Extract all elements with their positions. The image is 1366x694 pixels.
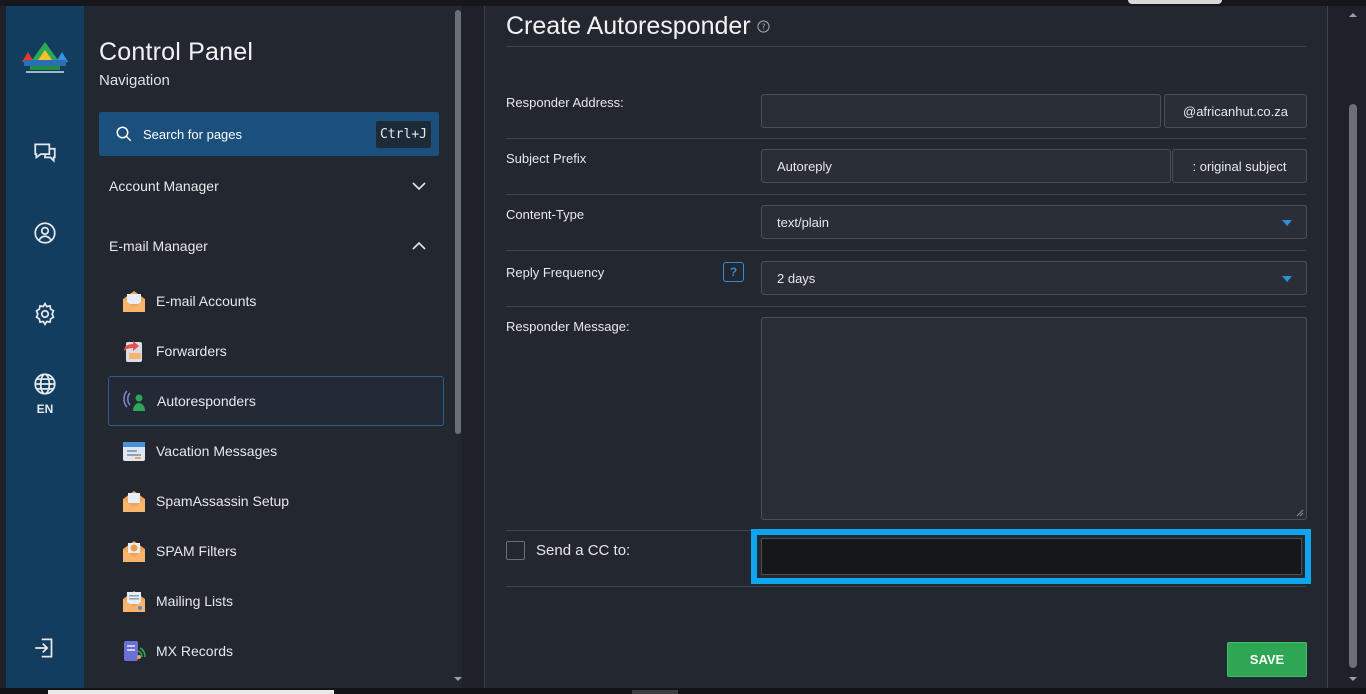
sidebar-item-label: MX Records <box>156 643 234 659</box>
divider <box>506 306 1306 307</box>
globe-icon[interactable] <box>25 364 65 404</box>
responder-domain-addon: @africanhut.co.za <box>1164 94 1307 128</box>
responder-address-label: Responder Address: <box>506 95 624 110</box>
send-cc-input[interactable] <box>761 538 1302 575</box>
envelope-open-icon <box>123 291 145 312</box>
divider <box>506 138 1306 139</box>
content-type-label: Content-Type <box>506 207 585 222</box>
help-circle-icon[interactable]: ? <box>756 20 770 33</box>
scroll-down-arrow-icon[interactable] <box>1348 674 1358 684</box>
calendar-message-icon <box>123 442 145 461</box>
window-control <box>1128 0 1222 4</box>
send-cc-label: Send a CC to: <box>536 542 631 559</box>
chat-icon[interactable] <box>25 132 65 172</box>
responder-message-textarea[interactable] <box>761 317 1307 520</box>
envelope-list-icon <box>123 591 145 612</box>
subject-suffix-addon: : original subject <box>1172 149 1307 183</box>
send-cc-checkbox[interactable] <box>506 541 525 560</box>
reply-frequency-help-icon[interactable]: ? <box>723 262 744 282</box>
user-profile-icon[interactable] <box>25 213 65 253</box>
content-type-value: text/plain <box>777 214 830 230</box>
content-type-select[interactable]: text/plain <box>761 205 1307 239</box>
sidebar-item-autoresponders[interactable]: Autoresponders <box>108 376 444 426</box>
save-button[interactable]: SAVE <box>1227 642 1307 677</box>
reply-frequency-select[interactable]: 2 days <box>761 261 1307 295</box>
navigation-sidebar: Control Panel Navigation Search for page… <box>84 6 462 688</box>
sidebar-item-label: Forwarders <box>156 343 227 359</box>
autoresponder-form-panel: Create Autoresponder ? Responder Address… <box>484 6 1328 688</box>
svg-text:?: ? <box>761 21 765 31</box>
autoresponder-person-icon <box>123 390 145 411</box>
group-account-manager[interactable]: Account Manager <box>99 171 429 201</box>
taskbar-segment <box>632 690 678 694</box>
sidebar-item-label: SpamAssassin Setup <box>156 493 290 509</box>
responder-message-label: Responder Message: <box>506 319 630 334</box>
reply-frequency-label: Reply Frequency <box>506 265 605 280</box>
divider <box>506 586 1306 587</box>
scroll-up-arrow-icon[interactable] <box>1348 10 1358 20</box>
resize-grip-icon[interactable] <box>1296 509 1304 517</box>
sidebar-item-email-accounts[interactable]: E-mail Accounts <box>108 276 444 326</box>
page-search-button[interactable]: Search for pages Ctrl+J <box>99 112 439 156</box>
gear-icon[interactable] <box>25 294 65 334</box>
reply-frequency-value: 2 days <box>777 270 816 286</box>
sidebar-item-label: Vacation Messages <box>156 443 278 459</box>
sidebar-item-mx-records[interactable]: MX Records <box>108 626 444 676</box>
sidebar-item-label: Mailing Lists <box>156 593 234 609</box>
envelope-shield-icon <box>123 541 145 562</box>
group-label: Account Manager <box>109 178 219 194</box>
caret-down-icon <box>1282 276 1292 282</box>
subject-prefix-input[interactable]: Autoreply <box>761 149 1171 183</box>
sidebar-item-vacation-messages[interactable]: Vacation Messages <box>108 426 444 476</box>
chevron-up-icon <box>412 241 426 250</box>
subject-prefix-label: Subject Prefix <box>506 151 587 166</box>
chevron-down-icon <box>412 182 426 191</box>
sidebar-item-spam-filters[interactable]: SPAM Filters <box>108 526 444 576</box>
group-email-manager[interactable]: E-mail Manager <box>99 231 429 261</box>
main-scrollbar[interactable] <box>1349 104 1357 668</box>
divider <box>506 46 1306 47</box>
sidebar-subtitle: Navigation <box>99 72 170 89</box>
sidebar-item-label: E-mail Accounts <box>156 293 257 309</box>
sidebar-item-label: SPAM Filters <box>156 543 237 559</box>
search-label: Search for pages <box>143 126 243 142</box>
site-logo <box>22 42 68 73</box>
divider <box>506 250 1306 251</box>
page-title-text: Create Autoresponder <box>506 12 751 40</box>
divider <box>506 194 1306 195</box>
group-label: E-mail Manager <box>109 238 208 254</box>
responder-address-input[interactable] <box>761 94 1161 128</box>
sidebar-scrollbar[interactable] <box>455 10 461 434</box>
mx-records-icon <box>124 641 146 661</box>
language-label[interactable]: EN <box>6 402 84 416</box>
taskbar-strip <box>0 688 1366 694</box>
envelope-filter-icon <box>123 491 145 512</box>
page-title: Create Autoresponder ? <box>506 12 770 41</box>
sidebar-item-spamassassin-setup[interactable]: SpamAssassin Setup <box>108 476 444 526</box>
forward-mail-icon <box>124 341 142 362</box>
logout-icon[interactable] <box>25 628 65 668</box>
sidebar-item-mailing-lists[interactable]: Mailing Lists <box>108 576 444 626</box>
taskbar-segment <box>48 690 334 694</box>
scroll-down-arrow-icon[interactable] <box>453 674 463 684</box>
search-icon <box>116 126 132 142</box>
caret-down-icon <box>1282 220 1292 226</box>
sidebar-item-forwarders[interactable]: Forwarders <box>108 326 444 376</box>
sidebar-item-label: Autoresponders <box>157 393 256 409</box>
search-shortcut: Ctrl+J <box>376 120 431 148</box>
icon-rail: EN <box>6 6 84 688</box>
sidebar-title: Control Panel <box>99 38 254 66</box>
